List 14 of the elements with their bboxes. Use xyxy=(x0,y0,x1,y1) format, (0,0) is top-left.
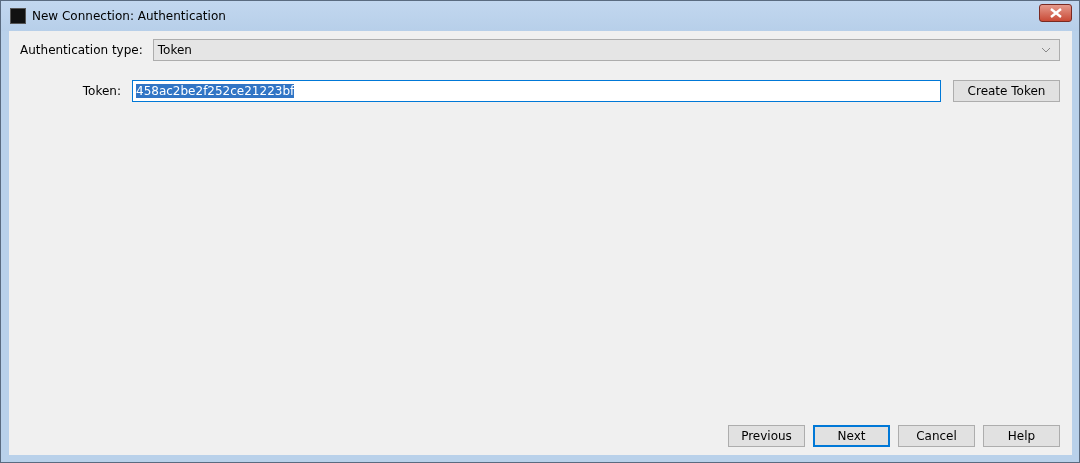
auth-type-dropdown[interactable]: Token xyxy=(152,39,1060,61)
field-label: Authentication type: xyxy=(20,43,143,57)
token-field[interactable]: 458ac2be2f252ce21223bf xyxy=(132,80,941,102)
dialog-button[interactable]: Help xyxy=(983,425,1060,447)
create-token-button[interactable]: Create Token xyxy=(953,80,1060,102)
dialog-button[interactable]: Cancel xyxy=(898,425,975,447)
chevron-icon xyxy=(1041,47,1051,53)
close-icon xyxy=(1049,8,1062,18)
close-button[interactable] xyxy=(1039,4,1072,22)
dialog-button[interactable]: Previous xyxy=(728,425,805,447)
app-icon xyxy=(10,8,26,24)
field-label: Token: xyxy=(81,84,122,98)
dialog-button[interactable]: Next xyxy=(813,425,890,447)
window-title: New Connection: Authentication xyxy=(32,9,227,23)
